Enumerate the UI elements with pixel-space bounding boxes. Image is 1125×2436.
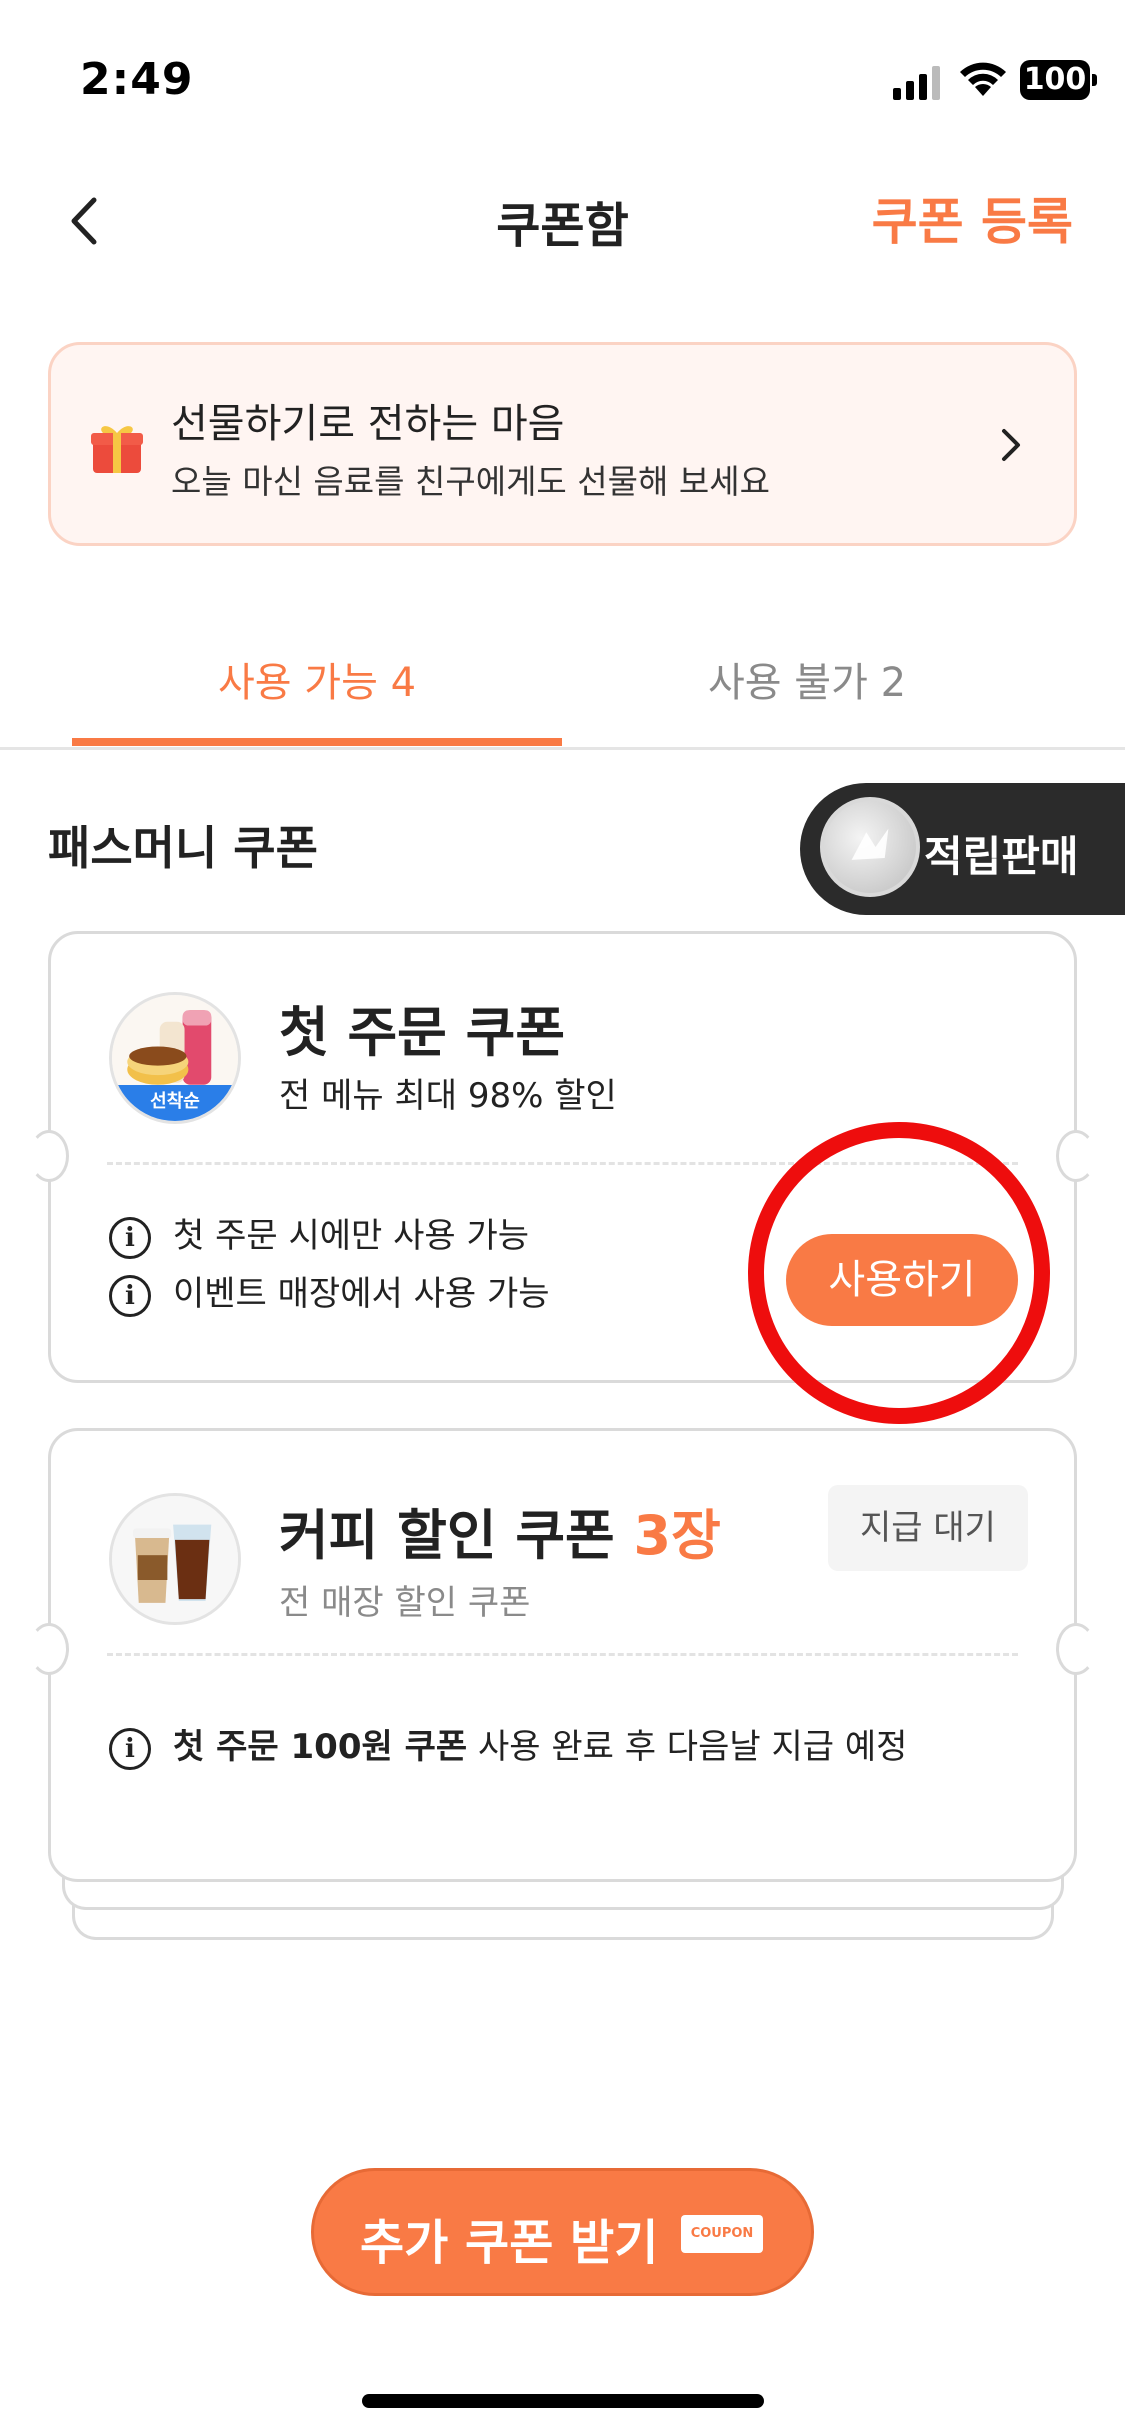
coupon-title: 첫 주문 쿠폰 xyxy=(279,1001,565,1064)
more-coupons-label: 추가 쿠폰 받기 xyxy=(360,2215,659,2271)
status-badge: 지급 대기 xyxy=(828,1485,1028,1571)
wifi-icon xyxy=(960,62,1006,96)
get-more-coupons-button[interactable]: 추가 쿠폰 받기 COUPON xyxy=(311,2168,814,2296)
coupon-card-coffee: 커피 할인 쿠폰 3장 전 매장 할인 쿠폰 지급 대기 i 첫 주문 100원 … xyxy=(29,1428,1096,1882)
battery-icon: 100 xyxy=(1020,60,1097,100)
coupon-thumbnail: 선착순 xyxy=(109,992,241,1124)
coupon-thumbnail xyxy=(109,1493,241,1625)
info-icon: i xyxy=(109,1216,151,1259)
ticket-notch xyxy=(1056,1623,1096,1675)
coupon-title-text: 커피 할인 쿠폰 xyxy=(279,1504,615,1567)
section-title: 패스머니 쿠폰 xyxy=(48,821,318,875)
tab-available[interactable]: 사용 가능 4 xyxy=(72,650,562,708)
nav-bar: 쿠폰함 쿠폰 등록 xyxy=(0,150,1125,280)
coupon-description: 전 메뉴 최대 98% 할인 xyxy=(279,1076,617,1116)
gift-banner-subtitle: 오늘 마신 음료를 친구에게도 선물해 보세요 xyxy=(171,462,770,501)
first-come-badge: 선착순 xyxy=(112,1085,238,1121)
coin-emblem-icon xyxy=(851,828,889,860)
coupon-tabs: 사용 가능 4 사용 불가 2 xyxy=(0,620,1125,750)
coupon-ticket-icon: COUPON xyxy=(681,2215,763,2253)
gift-icon xyxy=(91,426,143,473)
ticket-notch xyxy=(29,1130,69,1182)
status-bar: 2:49 100 xyxy=(0,0,1125,150)
info-icon: i xyxy=(109,1727,151,1770)
chevron-right-icon xyxy=(1002,429,1020,461)
coupon-note: i 첫 주문 시에만 사용 가능 xyxy=(109,1208,529,1259)
home-indicator xyxy=(362,2394,764,2408)
coupon-note-text: 첫 주문 시에만 사용 가능 xyxy=(173,1216,530,1256)
point-sale-button[interactable]: 적립판매 xyxy=(800,783,1125,915)
highlight-circle xyxy=(748,1122,1050,1424)
ticket-notch xyxy=(1056,1130,1096,1182)
tab-unavailable[interactable]: 사용 불가 2 xyxy=(562,650,1052,708)
gift-banner-title: 선물하기로 전하는 마음 xyxy=(171,401,565,447)
coupon-title: 커피 할인 쿠폰 3장 xyxy=(279,1491,721,1570)
coin-icon xyxy=(820,797,920,897)
ticket-notch xyxy=(29,1623,69,1675)
info-icon: i xyxy=(109,1274,151,1317)
cellular-signal-icon xyxy=(893,66,940,100)
coupon-note-text: 이벤트 매장에서 사용 가능 xyxy=(173,1274,550,1314)
coupon-count: 3장 xyxy=(633,1504,721,1567)
coupon-description: 전 매장 할인 쿠폰 xyxy=(279,1583,531,1623)
gift-banner[interactable]: 선물하기로 전하는 마음 오늘 마신 음료를 친구에게도 선물해 보세요 xyxy=(48,342,1077,546)
coffee-cups-image xyxy=(112,1496,238,1622)
status-time: 2:49 xyxy=(80,54,194,105)
coupon-note: i 첫 주문 100원 쿠폰 사용 완료 후 다음날 지급 예정 xyxy=(109,1719,907,1770)
coupon-note-text: 사용 완료 후 다음날 지급 예정 xyxy=(467,1727,908,1767)
coupon-note: i 이벤트 매장에서 사용 가능 xyxy=(109,1266,550,1317)
active-tab-indicator xyxy=(72,738,562,746)
point-sale-label: 적립판매 xyxy=(924,832,1079,881)
register-coupon-link[interactable]: 쿠폰 등록 xyxy=(872,182,1073,254)
dashed-divider xyxy=(107,1653,1018,1656)
coupon-note-bold: 첫 주문 100원 쿠폰 xyxy=(173,1727,468,1767)
